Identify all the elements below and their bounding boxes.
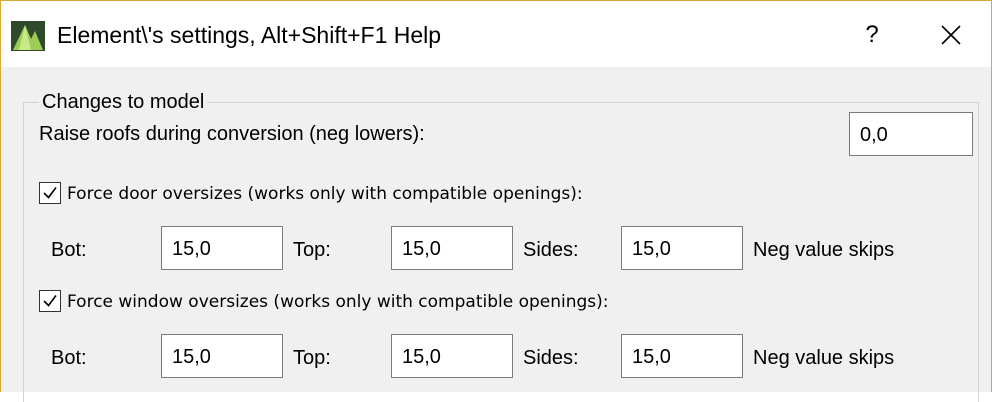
window-bot-label: Bot: [51,347,87,369]
window-oversize-checkbox[interactable] [39,290,61,312]
door-note-label: Neg value skips [753,239,895,261]
window-note-label: Neg value skips [753,347,895,369]
group-legend: Changes to model [39,90,208,114]
window-top-label: Top: [293,347,331,369]
checkmark-icon [43,295,57,307]
window-oversize-label: Force window oversizes (works only with … [67,292,609,312]
raise-roofs-label: Raise roofs during conversion (neg lower… [39,123,425,145]
checkmark-icon [43,187,57,199]
door-bot-label: Bot: [51,239,87,261]
raise-roofs-input[interactable]: 0,0 [849,112,973,156]
door-bot-input[interactable]: 15,0 [161,226,283,270]
door-oversize-label: Force door oversizes (works only with co… [67,184,583,204]
door-sides-label: Sides: [523,239,579,261]
door-top-input[interactable]: 15,0 [391,226,513,270]
door-oversize-checkbox[interactable] [39,182,61,204]
title-bar[interactable]: Element\'s settings, Alt+Shift+F1 Help ? [1,0,991,67]
window-bot-input[interactable]: 15,0 [161,334,283,378]
window-sides-label: Sides: [523,347,579,369]
window-sides-input[interactable]: 15,0 [621,334,743,378]
settings-dialog: Element\'s settings, Alt+Shift+F1 Help ?… [0,0,992,402]
door-sides-input[interactable]: 15,0 [621,226,743,270]
app-logo-icon [11,21,45,51]
window-title: Element\'s settings, Alt+Shift+F1 Help [57,22,442,48]
help-button[interactable]: ? [847,17,897,53]
window-top-input[interactable]: 15,0 [391,334,513,378]
close-icon [941,25,961,45]
close-button[interactable] [921,13,981,57]
door-top-label: Top: [293,239,331,261]
